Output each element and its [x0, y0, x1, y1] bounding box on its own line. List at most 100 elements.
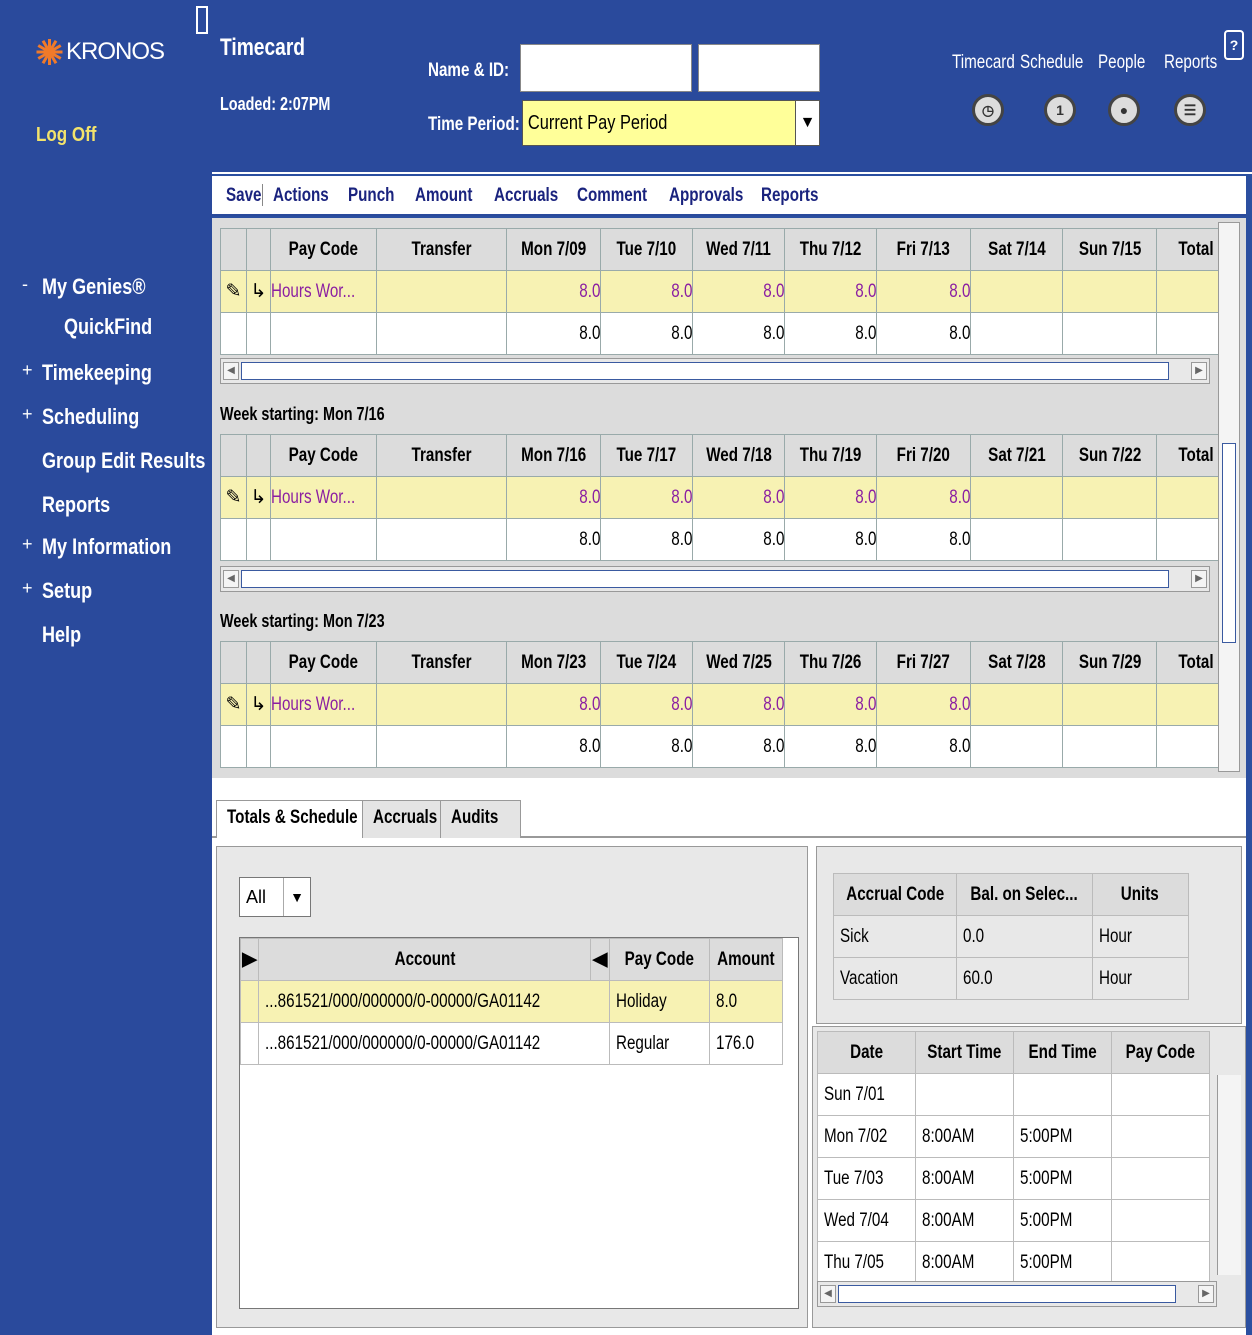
hours-cell[interactable]: 8.0: [784, 270, 878, 313]
edit-icon[interactable]: ✎: [220, 476, 247, 519]
table-row[interactable]: Vacation 60.0 Hour: [832, 957, 1189, 1000]
log-off-link[interactable]: Log Off: [36, 124, 96, 147]
col-paycode[interactable]: Pay Code: [269, 228, 378, 271]
save-button[interactable]: Save: [226, 185, 262, 207]
paycode-cell[interactable]: Hours Wor...: [269, 476, 378, 519]
transfer-cell[interactable]: [376, 683, 508, 726]
col-day[interactable]: Sat 7/14: [970, 228, 1064, 271]
approvals-menu[interactable]: Approvals: [669, 185, 743, 207]
col-day[interactable]: Tue 7/17: [600, 434, 694, 477]
hours-cell[interactable]: [1062, 270, 1158, 313]
col-day[interactable]: Wed 7/25: [692, 641, 786, 684]
id-field[interactable]: [698, 44, 820, 92]
person-icon[interactable]: ●: [1108, 94, 1140, 126]
col-day[interactable]: Mon 7/09: [506, 228, 602, 271]
col-day[interactable]: Fri 7/13: [876, 228, 972, 271]
col-day[interactable]: Sat 7/28: [970, 641, 1064, 684]
scroll-thumb[interactable]: [241, 362, 1169, 380]
scroll-thumb[interactable]: [838, 1285, 1176, 1303]
col-amount[interactable]: Amount: [709, 938, 783, 981]
hours-cell[interactable]: [970, 270, 1064, 313]
hours-cell[interactable]: 8.0: [692, 476, 786, 519]
calendar-icon[interactable]: 1: [1044, 94, 1076, 126]
table-row[interactable]: ✎ ↳ Hours Wor... 8.0 8.0 8.0 8.0 8.0 4(: [220, 270, 1236, 313]
time-period-select[interactable]: Current Pay Period ▼: [522, 100, 820, 146]
vertical-scrollbar[interactable]: [1217, 1075, 1241, 1275]
col-pay-code[interactable]: Pay Code: [609, 938, 711, 981]
scroll-thumb[interactable]: [241, 570, 1169, 588]
scroll-right-icon[interactable]: ▶: [1191, 570, 1207, 588]
col-account[interactable]: Account: [257, 938, 592, 981]
col-paycode[interactable]: Pay Code: [269, 434, 378, 477]
hours-cell[interactable]: 8.0: [692, 683, 786, 726]
scroll-right-icon[interactable]: ▶: [1198, 1285, 1214, 1303]
col-day[interactable]: Thu 7/19: [784, 434, 878, 477]
col-day[interactable]: Sat 7/21: [970, 434, 1064, 477]
tab-audits[interactable]: Audits: [440, 800, 522, 838]
horizontal-scrollbar[interactable]: ◀ ▶: [817, 1281, 1217, 1307]
totals-filter-select[interactable]: All ▼: [239, 877, 311, 917]
col-day[interactable]: Thu 7/12: [784, 228, 878, 271]
col-day[interactable]: Wed 7/11: [692, 228, 786, 271]
punch-button[interactable]: Punch: [348, 185, 394, 207]
hours-cell[interactable]: 8.0: [506, 270, 602, 313]
table-row[interactable]: Sick 0.0 Hour: [832, 915, 1189, 958]
col-units[interactable]: Units: [1091, 873, 1189, 916]
scroll-left-icon[interactable]: ◀: [223, 362, 239, 380]
scroll-left-icon[interactable]: ◀: [820, 1285, 836, 1303]
table-row[interactable]: Wed 7/04 8:00AM 5:00PM: [817, 1199, 1210, 1242]
accruals-button[interactable]: Accruals: [494, 185, 558, 207]
col-day[interactable]: Fri 7/27: [876, 641, 972, 684]
hours-cell[interactable]: 8.0: [692, 270, 786, 313]
vertical-scrollbar[interactable]: [1218, 222, 1240, 772]
table-row[interactable]: ...861521/000/000000/0-00000/GA01142 Reg…: [240, 1022, 783, 1065]
hours-cell[interactable]: 8.0: [506, 683, 602, 726]
clock-icon[interactable]: ◷: [972, 94, 1004, 126]
col-paycode[interactable]: Pay Code: [269, 641, 378, 684]
table-row[interactable]: ...861521/000/000000/0-00000/GA01142 Hol…: [240, 980, 783, 1023]
link-people[interactable]: People: [1098, 52, 1145, 74]
col-end-time[interactable]: End Time: [1013, 1031, 1112, 1074]
hours-cell[interactable]: 8.0: [876, 476, 972, 519]
scroll-right-icon[interactable]: ▶: [1191, 362, 1207, 380]
table-row[interactable]: Thu 7/05 8:00AM 5:00PM: [817, 1241, 1210, 1284]
hours-cell[interactable]: 8.0: [784, 476, 878, 519]
hours-cell[interactable]: 8.0: [506, 476, 602, 519]
hours-cell[interactable]: 8.0: [600, 270, 694, 313]
report-icon[interactable]: ☰: [1174, 94, 1206, 126]
transfer-arrow-icon[interactable]: ↳: [246, 683, 271, 726]
col-day[interactable]: Fri 7/20: [876, 434, 972, 477]
help-button[interactable]: ?: [1224, 30, 1244, 60]
transfer-arrow-icon[interactable]: ↳: [246, 270, 271, 313]
paycode-cell[interactable]: Hours Wor...: [269, 683, 378, 726]
actions-menu[interactable]: Actions: [273, 185, 329, 207]
col-day[interactable]: Sun 7/29: [1062, 641, 1158, 684]
col-day[interactable]: Sun 7/22: [1062, 434, 1158, 477]
link-reports[interactable]: Reports: [1164, 52, 1217, 74]
table-row[interactable]: Mon 7/02 8:00AM 5:00PM: [817, 1115, 1210, 1158]
hours-cell[interactable]: [1062, 476, 1158, 519]
amount-button[interactable]: Amount: [415, 185, 472, 207]
col-transfer[interactable]: Transfer: [376, 434, 508, 477]
col-day[interactable]: Tue 7/24: [600, 641, 694, 684]
horizontal-scrollbar[interactable]: ◀ ▶: [220, 358, 1210, 384]
table-row[interactable]: Sun 7/01: [817, 1073, 1210, 1116]
col-day[interactable]: Mon 7/23: [506, 641, 602, 684]
col-pay-code[interactable]: Pay Code: [1111, 1031, 1210, 1074]
col-day[interactable]: Wed 7/18: [692, 434, 786, 477]
col-day[interactable]: Mon 7/16: [506, 434, 602, 477]
col-balance[interactable]: Bal. on Selec...: [956, 873, 1093, 916]
col-day[interactable]: Tue 7/10: [600, 228, 694, 271]
col-date[interactable]: Date: [817, 1031, 916, 1074]
hours-cell[interactable]: 8.0: [600, 683, 694, 726]
scroll-thumb[interactable]: [1222, 443, 1236, 643]
chevron-down-icon[interactable]: ▼: [284, 889, 310, 905]
hours-cell[interactable]: [970, 476, 1064, 519]
link-schedule[interactable]: Schedule: [1020, 52, 1083, 74]
table-row[interactable]: ✎ ↳ Hours Wor... 8.0 8.0 8.0 8.0 8.0 4(: [220, 476, 1236, 519]
col-start-time[interactable]: Start Time: [915, 1031, 1014, 1074]
edit-icon[interactable]: ✎: [220, 270, 247, 313]
table-row[interactable]: Tue 7/03 8:00AM 5:00PM: [817, 1157, 1210, 1200]
col-transfer[interactable]: Transfer: [376, 228, 508, 271]
table-row[interactable]: ✎ ↳ Hours Wor... 8.0 8.0 8.0 8.0 8.0 4(: [220, 683, 1236, 726]
